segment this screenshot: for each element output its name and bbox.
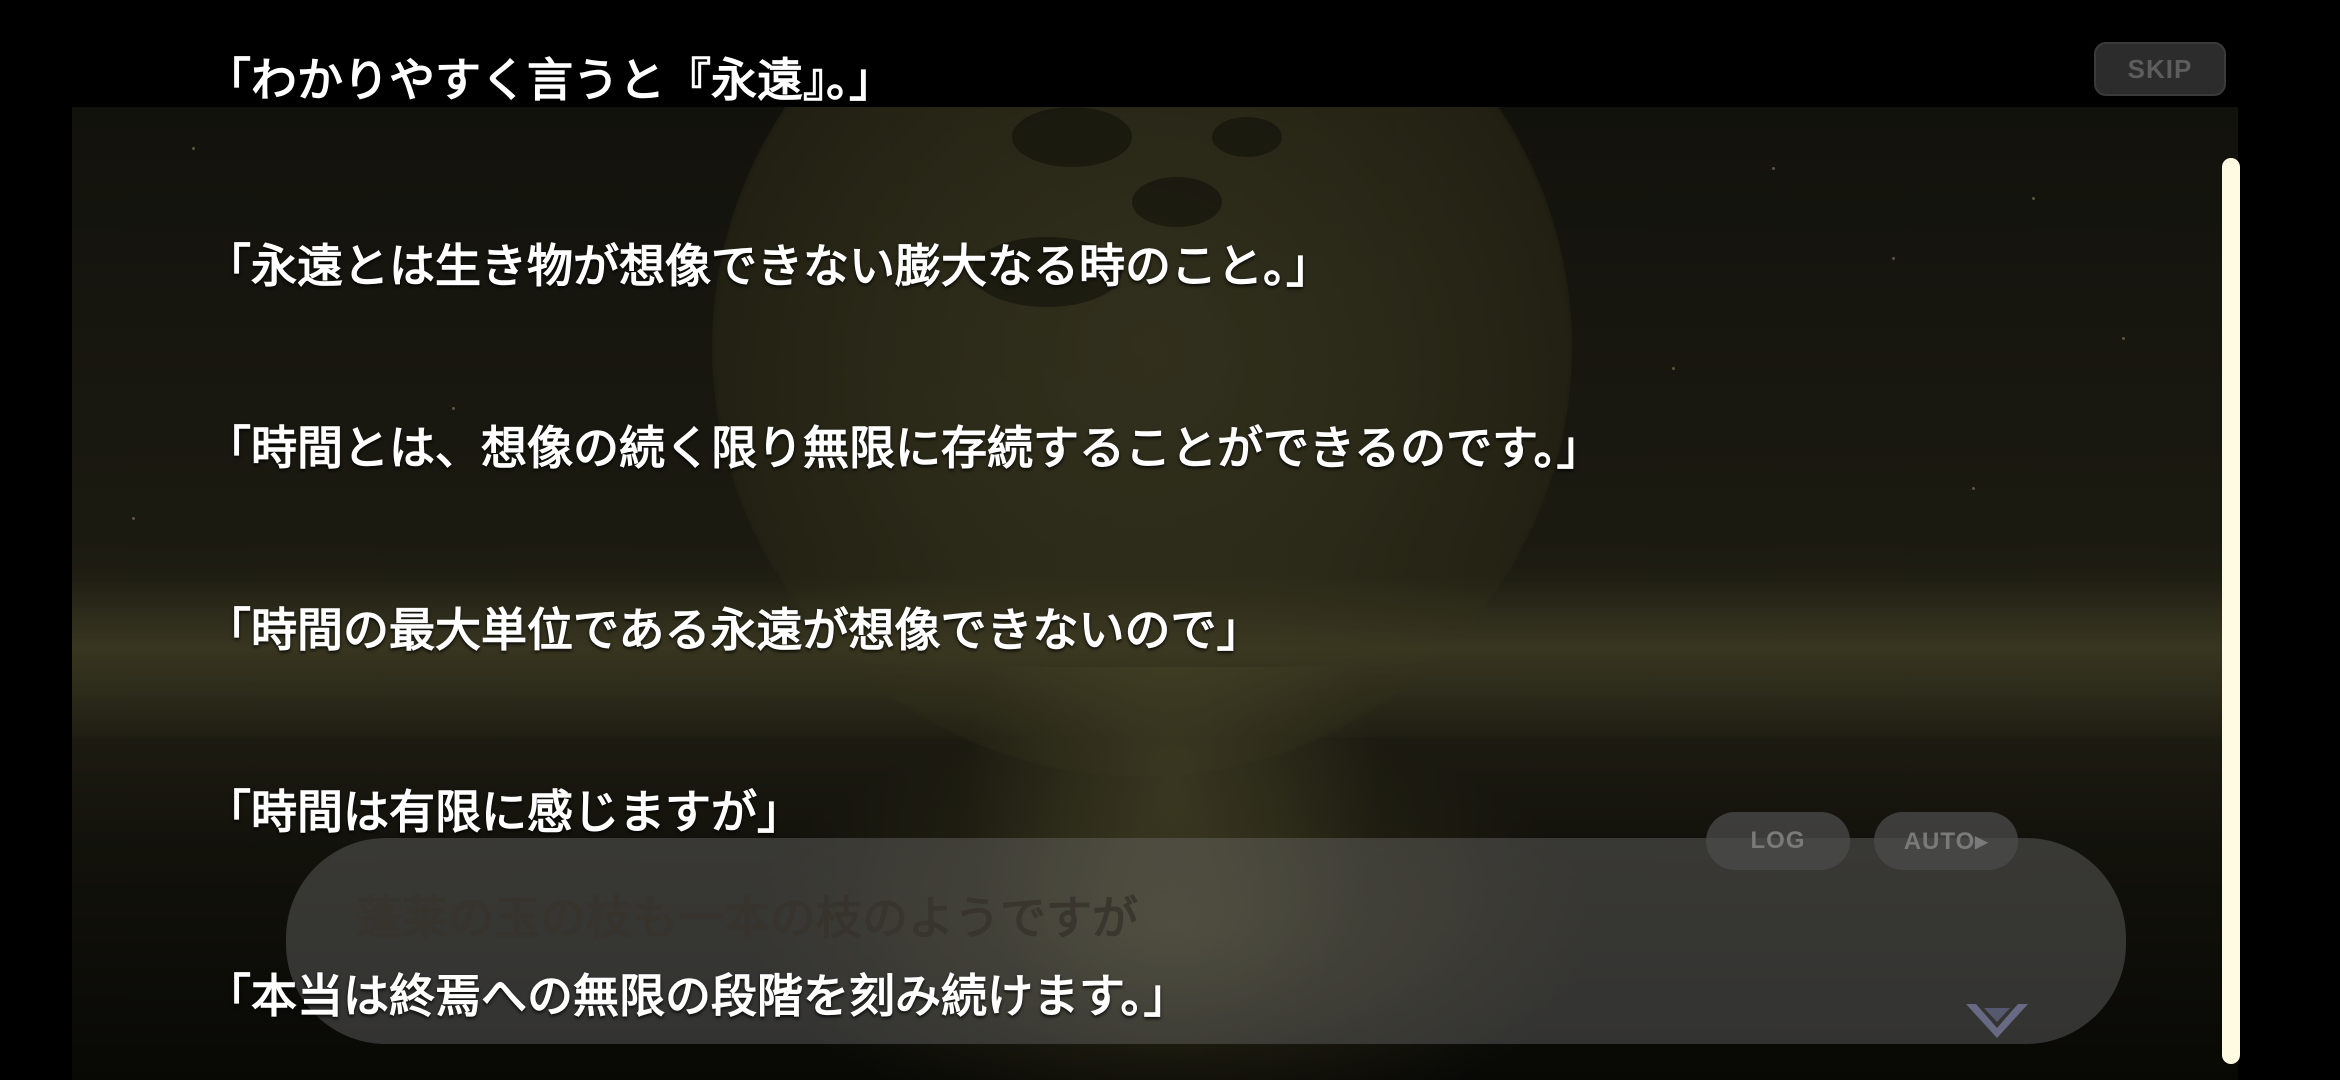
backlog-line: 「本当は終焉への無限の段階を刻み続けます。」 [205,969,1190,1023]
backlog-line: 「時間の最大単位である永遠が想像できないので」 [205,603,1263,657]
backlog-scrollbar[interactable] [2222,158,2240,1064]
backlog-line: 「時間は有限に感じますが」 [205,785,803,839]
skip-button[interactable]: SKIP [2094,42,2226,96]
chevron-down-icon[interactable] [1962,998,2032,1044]
message-text: 蓬莱の玉の枝も一本の枝のようですが [356,891,1138,945]
auto-button[interactable]: AUTO▸ [1874,812,2018,870]
log-button[interactable]: LOG [1706,812,1850,870]
backlog-line: 「永遠とは生き物が想像できない膨大なる時のこと。」 [205,239,1332,293]
backlog-line: 「時間とは、想像の続く限り無限に存続することができるのです。」 [205,421,1603,475]
backlog-line: 「わかりやすく言うと『永遠』。」 [205,53,895,107]
